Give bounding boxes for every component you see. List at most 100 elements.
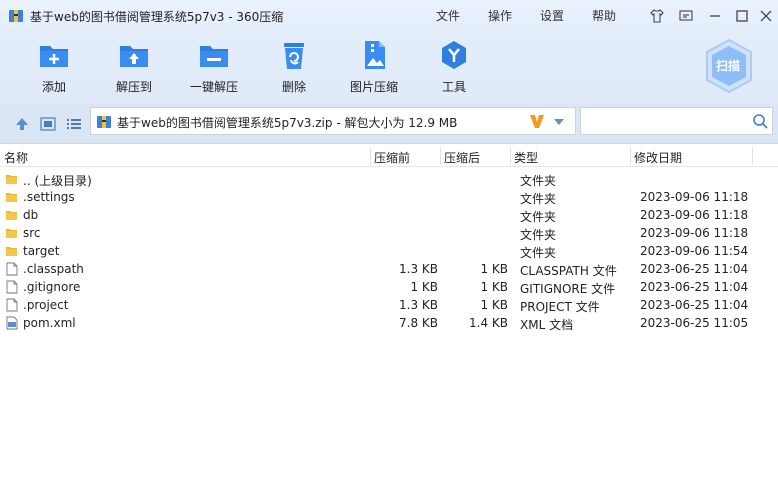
toolbar: 添加 解压到 一键解压 删除 图片压缩 工具 bbox=[0, 32, 778, 104]
search-icon[interactable] bbox=[752, 113, 768, 129]
image-compress-icon bbox=[365, 41, 385, 69]
table-row[interactable]: db 文件夹 2023-09-06 11:18 bbox=[0, 206, 778, 224]
extract-to-label: 解压到 bbox=[115, 80, 152, 94]
file-type: 文件夹 bbox=[520, 174, 557, 188]
feedback-icon[interactable] bbox=[677, 7, 695, 25]
folder-icon bbox=[6, 229, 17, 238]
column-divider[interactable] bbox=[510, 147, 511, 165]
table-row[interactable]: .. (上级目录) 文件夹 bbox=[0, 170, 778, 188]
column-divider[interactable] bbox=[752, 147, 753, 165]
file-name: .. (上级目录) bbox=[23, 174, 92, 188]
file-uncompressed-size: 1 KB bbox=[480, 298, 508, 312]
file-compressed-size: 7.8 KB bbox=[399, 316, 438, 330]
table-row[interactable]: .gitignore 1 KB 1 KB GITIGNORE 文件 2023-0… bbox=[0, 278, 778, 296]
up-arrow-icon[interactable] bbox=[14, 117, 30, 131]
menu-file[interactable]: 文件 bbox=[436, 7, 460, 24]
chevron-down-icon[interactable] bbox=[553, 118, 565, 126]
one-click-extract-label: 一键解压 bbox=[189, 80, 238, 94]
file-type: 文件夹 bbox=[520, 192, 557, 206]
file-name: .project bbox=[23, 298, 69, 312]
column-header: 名称 压缩前 压缩后 类型 修改日期 bbox=[0, 145, 778, 167]
extract-to-icon bbox=[120, 46, 148, 67]
minimize-icon[interactable] bbox=[706, 7, 724, 25]
file-compressed-size: 1.3 KB bbox=[399, 262, 438, 276]
delete-button[interactable]: 删除 bbox=[259, 38, 329, 100]
column-compressed[interactable]: 压缩前 bbox=[374, 149, 410, 166]
folder-icon bbox=[6, 193, 17, 202]
image-compress-label: 图片压缩 bbox=[349, 80, 398, 94]
file-type: GITIGNORE 文件 bbox=[520, 282, 616, 296]
file-name: pom.xml bbox=[23, 316, 76, 330]
tools-button[interactable]: 工具 bbox=[419, 38, 489, 100]
file-date: 2023-09-06 11:18 bbox=[640, 190, 749, 204]
column-divider[interactable] bbox=[440, 147, 441, 165]
table-row[interactable]: target 文件夹 2023-09-06 11:54 bbox=[0, 242, 778, 260]
file-compressed-size: 1 KB bbox=[410, 280, 438, 294]
column-type[interactable]: 类型 bbox=[514, 149, 538, 166]
file-date: 2023-06-25 11:04 bbox=[640, 280, 749, 294]
file-date: 2023-06-25 11:04 bbox=[640, 262, 749, 276]
add-icon bbox=[40, 46, 68, 67]
path-field[interactable]: 基于web的图书借阅管理系统5p7v3.zip - 解包大小为 12.9 MB bbox=[90, 107, 576, 135]
skin-shirt-icon[interactable] bbox=[648, 7, 666, 25]
column-name[interactable]: 名称 bbox=[4, 149, 28, 166]
document-icon bbox=[6, 298, 18, 312]
file-name: db bbox=[23, 208, 39, 222]
file-name: src bbox=[23, 226, 41, 240]
folder-icon bbox=[6, 211, 17, 220]
tools-label: 工具 bbox=[441, 80, 466, 94]
tools-icon bbox=[442, 41, 466, 69]
scan-button[interactable]: 扫描 bbox=[704, 38, 754, 94]
document-icon bbox=[6, 280, 18, 294]
window-title: 基于web的图书借阅管理系统5p7v3 - 360压缩 bbox=[30, 10, 284, 24]
column-modified[interactable]: 修改日期 bbox=[634, 149, 682, 166]
table-row[interactable]: .project 1.3 KB 1 KB PROJECT 文件 2023-06-… bbox=[0, 296, 778, 314]
xml-file-icon bbox=[6, 316, 18, 330]
v-brand-icon[interactable] bbox=[527, 111, 547, 131]
search-box bbox=[580, 107, 773, 135]
table-row[interactable]: src 文件夹 2023-09-06 11:18 bbox=[0, 224, 778, 242]
maximize-icon[interactable] bbox=[733, 7, 751, 25]
image-compress-button[interactable]: 图片压缩 bbox=[339, 38, 409, 100]
extract-to-button[interactable]: 解压到 bbox=[99, 38, 169, 100]
file-date: 2023-06-25 11:05 bbox=[640, 316, 749, 330]
delete-icon bbox=[284, 43, 304, 69]
column-divider[interactable] bbox=[370, 147, 371, 165]
file-uncompressed-size: 1 KB bbox=[480, 280, 508, 294]
search-input[interactable] bbox=[585, 111, 745, 131]
file-uncompressed-size: 1 KB bbox=[480, 262, 508, 276]
folder-icon bbox=[6, 175, 17, 184]
document-icon bbox=[6, 262, 18, 276]
app-logo-icon bbox=[9, 10, 23, 22]
file-compressed-size: 1.3 KB bbox=[399, 298, 438, 312]
file-date: 2023-09-06 11:18 bbox=[640, 226, 749, 240]
file-type: 文件夹 bbox=[520, 210, 557, 224]
file-date: 2023-06-25 11:04 bbox=[640, 298, 749, 312]
menu-settings[interactable]: 设置 bbox=[540, 7, 564, 24]
zip-file-icon bbox=[97, 116, 111, 128]
menu-help[interactable]: 帮助 bbox=[592, 7, 616, 24]
thumbnail-view-icon[interactable] bbox=[40, 117, 56, 131]
path-text: 基于web的图书借阅管理系统5p7v3.zip - 解包大小为 12.9 MB bbox=[117, 116, 458, 130]
menu-operate[interactable]: 操作 bbox=[488, 7, 512, 24]
file-name: .settings bbox=[23, 190, 75, 204]
add-button[interactable]: 添加 bbox=[19, 38, 89, 100]
file-type: CLASSPATH 文件 bbox=[520, 264, 617, 278]
title-bar: 基于web的图书借阅管理系统5p7v3 - 360压缩 文件 操作 设置 帮助 bbox=[0, 0, 778, 32]
file-type: 文件夹 bbox=[520, 228, 557, 242]
file-type: 文件夹 bbox=[520, 246, 557, 260]
one-click-extract-button[interactable]: 一键解压 bbox=[179, 38, 249, 100]
one-click-extract-icon bbox=[200, 46, 228, 67]
file-type: PROJECT 文件 bbox=[520, 300, 600, 314]
table-row[interactable]: .settings 文件夹 2023-09-06 11:18 bbox=[0, 188, 778, 206]
file-name: .gitignore bbox=[23, 280, 81, 294]
table-row[interactable]: pom.xml 7.8 KB 1.4 KB XML 文档 2023-06-25 … bbox=[0, 314, 778, 332]
table-row[interactable]: .classpath 1.3 KB 1 KB CLASSPATH 文件 2023… bbox=[0, 260, 778, 278]
file-name: target bbox=[23, 244, 60, 258]
file-date: 2023-09-06 11:54 bbox=[640, 244, 749, 258]
column-divider[interactable] bbox=[630, 147, 631, 165]
file-name: .classpath bbox=[23, 262, 84, 276]
column-uncompressed[interactable]: 压缩后 bbox=[444, 149, 480, 166]
close-icon[interactable] bbox=[757, 7, 775, 25]
list-view-icon[interactable] bbox=[66, 117, 82, 131]
